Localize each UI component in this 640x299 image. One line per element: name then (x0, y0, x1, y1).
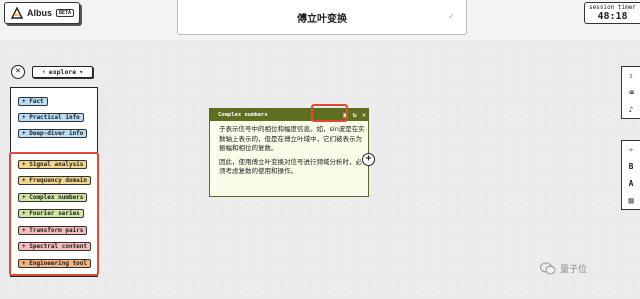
session-timer-value: 48:18 (597, 11, 628, 22)
watermark: 量子位 (540, 262, 587, 275)
music-note-icon[interactable]: ♪ (622, 101, 640, 118)
palette-item-practical-info[interactable]: + Practical info (18, 113, 84, 122)
explore-label: explore (48, 68, 77, 76)
close-button[interactable]: ✕ (11, 65, 25, 79)
chevron-down-icon: ▾ (79, 68, 84, 76)
albus-logo-icon (11, 7, 23, 19)
eraser-icon[interactable]: ⌫ (622, 84, 640, 101)
close-icon[interactable]: ✕ (362, 109, 366, 121)
check-icon[interactable]: ✓ (449, 12, 454, 22)
concept-card-title: Complex numbers (218, 112, 268, 118)
highlight-box-concepts (9, 152, 99, 276)
wechat-icon (540, 262, 556, 275)
app-name: Albus (27, 8, 53, 18)
topic-title-bar[interactable]: 傅立叶变换 ✓ (177, 0, 467, 35)
app-logo[interactable]: Albus BETA (4, 2, 80, 24)
add-node-button[interactable]: + (362, 153, 375, 166)
session-timer: session timer 48:18 (584, 2, 640, 24)
lightning-icon: ⚡ (41, 68, 46, 76)
concept-card-body: 于表示信号中的相位和幅度信息。如，sin波是在实数轴上表示的，但是在傅立叶域中，… (219, 125, 365, 181)
page-title: 傅立叶变换 (297, 13, 347, 25)
highlight-box-card-tools (311, 104, 348, 122)
beta-badge: BETA (56, 9, 75, 17)
explore-dropdown[interactable]: ⚡ explore ▾ (32, 66, 93, 78)
magic-wand-icon[interactable]: ✧ (622, 141, 640, 158)
bold-icon[interactable]: B (622, 158, 640, 175)
refresh-icon[interactable]: ↻ (353, 109, 357, 121)
share-icon[interactable]: ⇪ (622, 67, 640, 84)
palette-item-deep-diver-info[interactable]: + Deep-diver info (18, 129, 88, 138)
text-icon[interactable]: A (622, 175, 640, 192)
right-toolbar-group-1: ⇪ ⌫ ♪ (621, 66, 640, 119)
concept-card-paragraph: 于表示信号中的相位和幅度信息。如，sin波是在实数轴上表示的，但是在傅立叶域中，… (219, 125, 365, 152)
right-toolbar-group-2: ✧ B A ▨ (621, 140, 640, 210)
session-timer-label: session timer (589, 4, 636, 11)
watermark-text: 量子位 (560, 265, 588, 275)
palette-item-fact[interactable]: + Fact (18, 97, 48, 106)
image-icon[interactable]: ▨ (622, 192, 640, 209)
concept-card-paragraph: 因此，使用傅立叶变换对信号进行频域分析时，必须考虑复数的使用和操作。 (219, 157, 362, 176)
